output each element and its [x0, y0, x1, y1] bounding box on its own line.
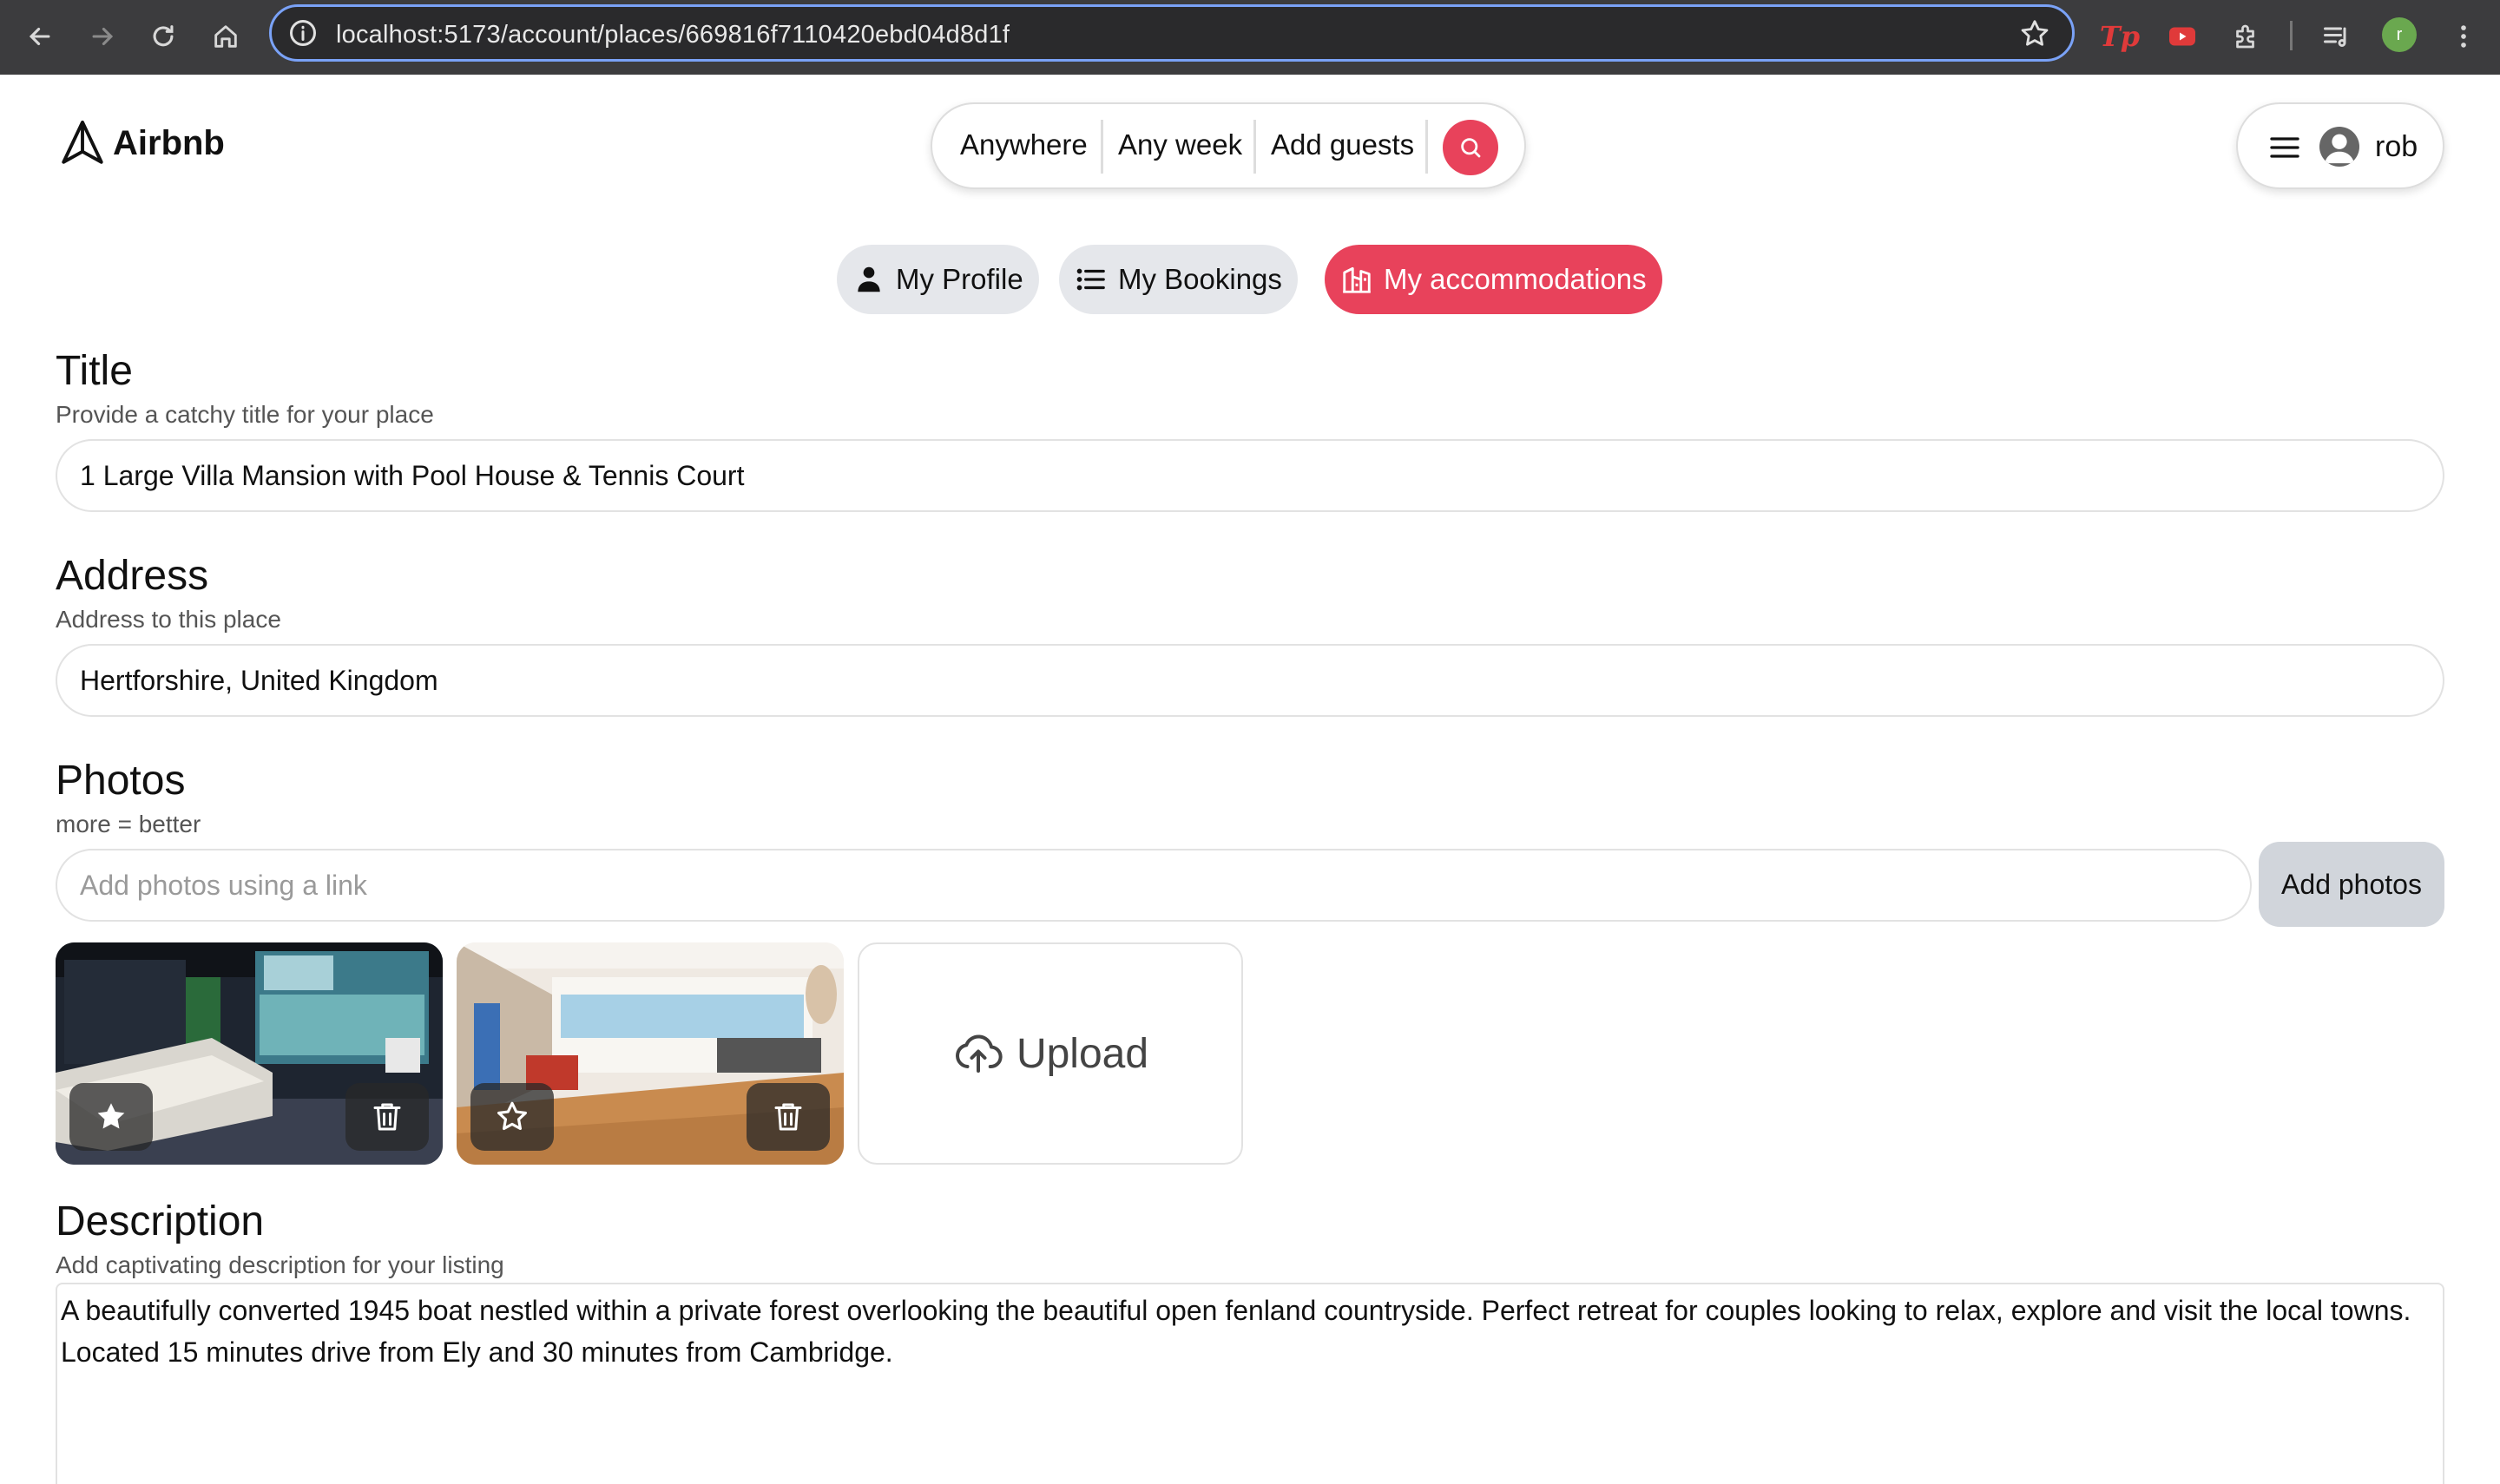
url-text[interactable]: localhost:5173/account/places/669816f711…	[336, 21, 1010, 49]
description-hint: Add captivating description for your lis…	[56, 1251, 504, 1278]
list-icon	[1076, 268, 1105, 291]
tab-label: My accommodations	[1384, 263, 1647, 295]
user-menu-button[interactable]: rob	[2236, 102, 2444, 189]
search-button[interactable]	[1443, 120, 1498, 175]
search-divider	[1425, 120, 1428, 174]
tab-my-bookings[interactable]: My Bookings	[1059, 245, 1298, 314]
info-icon[interactable]	[287, 17, 319, 49]
address-input[interactable]: Hertforshire, United Kingdom	[56, 644, 2444, 717]
search-icon	[1461, 138, 1481, 158]
photos-heading: Photos	[56, 758, 186, 804]
logo[interactable]: Airbnb	[57, 118, 225, 168]
upload-button[interactable]: Upload	[858, 942, 1243, 1165]
address-hint: Address to this place	[56, 606, 281, 633]
tab-label: My Profile	[896, 263, 1023, 295]
extension-tp-icon[interactable]: Tp	[2099, 16, 2141, 57]
airbnb-logo-icon	[62, 120, 103, 164]
star-filled-icon	[97, 1103, 125, 1129]
description-heading: Description	[56, 1198, 265, 1244]
tab-label: My Bookings	[1118, 263, 1282, 295]
delete-photo-button[interactable]	[747, 1083, 830, 1151]
upload-label: Upload	[1016, 1030, 1149, 1077]
search-anywhere[interactable]: Anywhere	[960, 128, 1088, 161]
building-icon	[1343, 266, 1371, 293]
tab-my-accommodations[interactable]: My accommodations	[1325, 245, 1662, 314]
trash-icon	[373, 1103, 401, 1131]
bookmark-star-icon[interactable]	[2018, 17, 2051, 50]
search-add-guests[interactable]: Add guests	[1271, 128, 1414, 161]
hamburger-icon	[2270, 137, 2299, 158]
title-hint: Provide a catchy title for your place	[56, 401, 434, 428]
trash-icon	[774, 1103, 802, 1131]
back-icon[interactable]	[19, 16, 61, 57]
tab-my-profile[interactable]: My Profile	[837, 245, 1039, 314]
title-input[interactable]: 1 Large Villa Mansion with Pool House & …	[56, 439, 2444, 512]
star-outline-icon	[497, 1101, 527, 1131]
logo-text: Airbnb	[113, 123, 225, 162]
address-bar[interactable]: localhost:5173/account/places/669816f711…	[269, 4, 2075, 62]
user-name: rob	[2375, 130, 2418, 163]
search-divider	[1101, 120, 1103, 174]
title-heading: Title	[56, 348, 133, 394]
search-divider	[1253, 120, 1256, 174]
forward-icon[interactable]	[82, 16, 123, 57]
home-cinema-photo	[56, 942, 443, 1165]
cloud-upload-icon	[955, 1034, 1003, 1073]
search-bar[interactable]: Anywhere Any week Add guests	[931, 102, 1526, 189]
toolbar-divider	[2290, 21, 2293, 50]
user-avatar-icon	[2319, 127, 2359, 167]
search-any-week[interactable]: Any week	[1118, 128, 1242, 161]
person-icon	[858, 266, 880, 292]
home-gym-photo	[457, 942, 844, 1165]
home-icon[interactable]	[205, 16, 247, 57]
puzzle-icon[interactable]	[2226, 16, 2267, 57]
profile-avatar[interactable]: r	[2382, 17, 2417, 52]
set-main-photo-button[interactable]	[470, 1083, 554, 1151]
address-heading: Address	[56, 553, 209, 599]
kebab-menu-icon[interactable]	[2446, 16, 2481, 57]
youtube-icon[interactable]	[2161, 16, 2203, 57]
set-main-photo-button[interactable]	[69, 1083, 153, 1151]
browser-toolbar: localhost:5173/account/places/669816f711…	[0, 0, 2500, 75]
reload-icon[interactable]	[142, 16, 184, 57]
add-photos-button[interactable]: Add photos	[2259, 842, 2444, 927]
media-icon[interactable]	[2316, 16, 2358, 57]
delete-photo-button[interactable]	[345, 1083, 429, 1151]
photos-hint: more = better	[56, 811, 201, 837]
photo-link-input[interactable]: Add photos using a link	[56, 849, 2252, 922]
description-textarea[interactable]: A beautifully converted 1945 boat nestle…	[56, 1283, 2444, 1484]
